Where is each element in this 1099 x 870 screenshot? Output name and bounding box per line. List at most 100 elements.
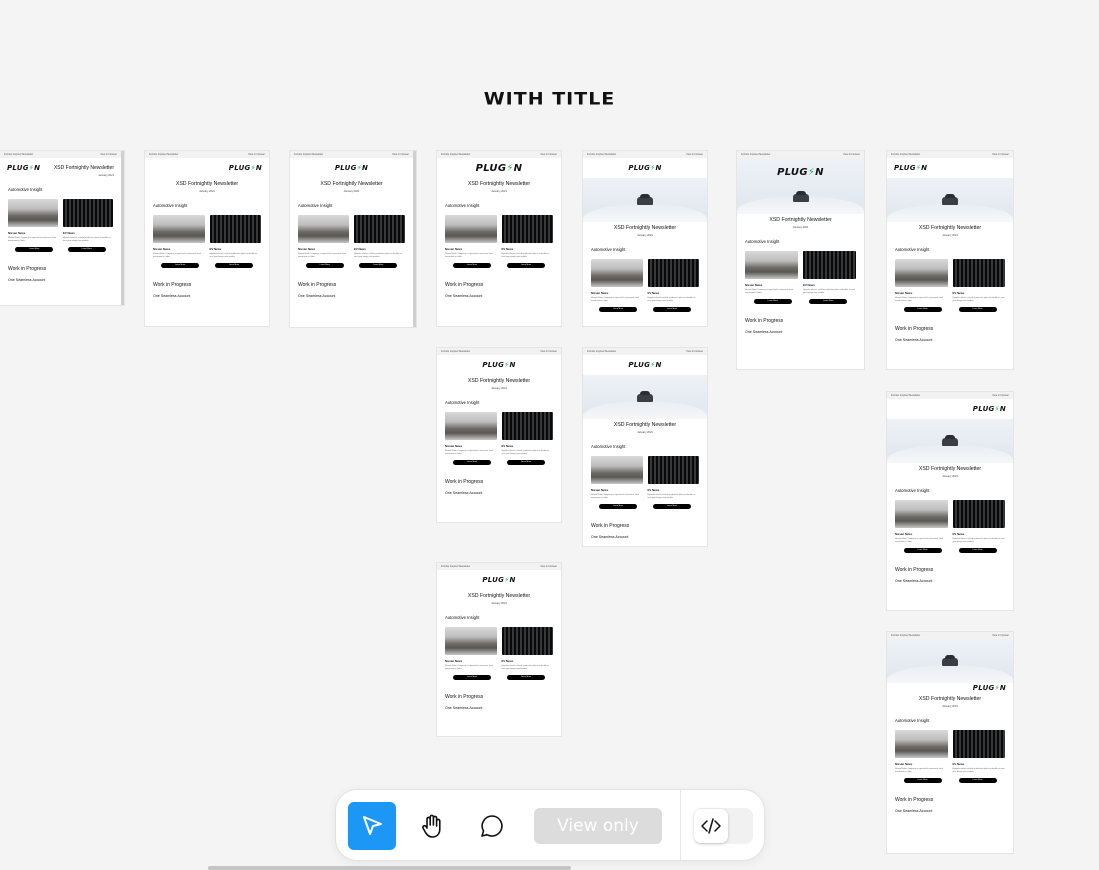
- learn-more-button[interactable]: Learn More: [507, 263, 545, 269]
- article-caption: Nissan News: [8, 231, 26, 235]
- plugin-logo: PLUG⚡N: [335, 164, 368, 172]
- article-text: Hyundai electric vehicle production plan…: [501, 450, 550, 455]
- view-in-browser-link[interactable]: View in browser: [686, 350, 703, 353]
- learn-more-button[interactable]: Learn More: [903, 548, 942, 554]
- hero-car: [637, 194, 653, 205]
- article-buttons: Learn More Learn More: [583, 504, 707, 510]
- learn-more-button[interactable]: Learn More: [161, 263, 199, 269]
- code-toggle[interactable]: [694, 808, 753, 844]
- newsletter-date: January 2021: [637, 234, 653, 237]
- newsletter-frame[interactable]: Fortnite Inspired Newsletter View in brow…: [887, 632, 1013, 853]
- logo-row: PLUG⚡N: [437, 158, 561, 178]
- article-text: Nissan Motor Company is expected to anno…: [745, 289, 794, 294]
- article-text: Hyundai electric vehicle production plan…: [209, 253, 258, 258]
- article-caption: EV News: [354, 247, 366, 251]
- preheader-left: Fortnite Inspired Newsletter: [4, 153, 34, 156]
- learn-more-button[interactable]: Learn More: [958, 778, 997, 784]
- ev-photo: [803, 251, 856, 279]
- newsletter-frame[interactable]: Fortnite Inspired Newsletter View in brow…: [437, 348, 561, 522]
- article-nissan: Nissan News Nissan Motor Company is expec…: [895, 259, 948, 302]
- view-in-browser-link[interactable]: View in browser: [540, 153, 557, 156]
- logo-row: PLUG⚡N: [145, 158, 269, 178]
- learn-more-button[interactable]: Learn More: [215, 263, 253, 269]
- view-in-browser-link[interactable]: View in browser: [100, 153, 117, 156]
- learn-more-button[interactable]: Learn More: [507, 675, 545, 681]
- article-columns: Nissan News Nissan Motor Company is expec…: [437, 412, 561, 455]
- comment-bubble-icon: [481, 815, 503, 837]
- learn-more-button[interactable]: Learn More: [453, 675, 491, 681]
- newsletter-frame[interactable]: Fortnite Inspired Newsletter View in brow…: [887, 151, 1013, 369]
- learn-more-button[interactable]: Learn More: [753, 299, 792, 305]
- preheader-left: Fortnite Inspired Newsletter: [587, 153, 617, 156]
- newsletter-title: XSD Fortnightly Newsletter: [613, 225, 677, 231]
- learn-more-button[interactable]: Learn More: [453, 263, 491, 269]
- view-in-browser-link[interactable]: View in browser: [843, 153, 860, 156]
- newsletter-frame[interactable]: Fortnite Inspired Newsletter View in brow…: [0, 151, 124, 305]
- learn-more-button[interactable]: Learn More: [809, 299, 848, 305]
- learn-more-button[interactable]: Learn More: [359, 263, 398, 269]
- learn-more-button[interactable]: Learn More: [903, 307, 942, 313]
- learn-more-button[interactable]: Learn More: [305, 263, 344, 269]
- article-buttons: Learn More Learn More: [437, 263, 561, 269]
- work-in-progress-heading: Work in Progress: [591, 523, 630, 530]
- learn-more-button[interactable]: Learn More: [653, 307, 691, 313]
- article-caption: EV News: [952, 291, 965, 295]
- article-columns: Nissan News Nissan Motor Company is expec…: [437, 627, 561, 670]
- preheader: Fortnite Inspired Newsletter View in brow…: [887, 632, 1013, 639]
- article-text: Nissan Motor Company is expected to anno…: [298, 253, 347, 258]
- plugin-logo: PLUG⚡N: [973, 405, 1006, 413]
- newsletter-frame[interactable]: Fortnite Inspired Newsletter View in brow…: [437, 563, 561, 736]
- preheader-left: Fortnite Inspired Newsletter: [891, 394, 921, 397]
- view-in-browser-link[interactable]: View in browser: [686, 153, 703, 156]
- learn-more-button[interactable]: Learn More: [507, 460, 545, 466]
- newsletter-frame[interactable]: Fortnite Inspired Newsletter View in brow…: [887, 392, 1013, 610]
- newsletter-frame[interactable]: Fortnite Inspired Newsletter View in brow…: [583, 348, 707, 546]
- learn-more-button[interactable]: Learn More: [958, 548, 997, 554]
- view-in-browser-link[interactable]: View in browser: [540, 350, 557, 353]
- hand-icon: [422, 814, 441, 838]
- article-ev: EV News Hyundai electric vehicle producti…: [647, 456, 699, 499]
- comment-tool-button[interactable]: [468, 802, 516, 850]
- learn-more-button[interactable]: Learn More: [15, 247, 54, 253]
- hand-tool-button[interactable]: [408, 802, 456, 850]
- account-heading: One Seamless Account: [153, 294, 191, 299]
- learn-more-button[interactable]: Learn More: [599, 504, 637, 510]
- learn-more-button[interactable]: Learn More: [67, 247, 106, 253]
- newsletter-title: XSD Fortnightly Newsletter: [613, 422, 677, 428]
- horizontal-scrollbar[interactable]: [208, 866, 571, 870]
- newsletter-frame[interactable]: Fortnite Inspired Newsletter View in brow…: [145, 151, 269, 326]
- view-in-browser-link[interactable]: View in browser: [540, 565, 557, 568]
- article-buttons: Learn More Learn More: [437, 675, 561, 681]
- learn-more-button[interactable]: Learn More: [653, 504, 691, 510]
- learn-more-button[interactable]: Learn More: [599, 307, 637, 313]
- view-in-browser-link[interactable]: View in browser: [992, 634, 1009, 637]
- article-nissan: Nissan News Nissan Motor Company is expec…: [445, 412, 497, 455]
- article-ev: EV News Hyundai electric vehicle producti…: [803, 251, 856, 294]
- view-in-browser-link[interactable]: View in browser: [248, 153, 265, 156]
- plugin-logo: PLUG⚡N: [628, 361, 661, 369]
- newsletter-frame[interactable]: Fortnite Inspired Newsletter View in brow…: [583, 151, 707, 326]
- code-toggle-knob[interactable]: [694, 809, 728, 843]
- logo-text-tail: N: [999, 684, 1006, 692]
- learn-more-button[interactable]: Learn More: [453, 460, 491, 466]
- view-in-browser-link[interactable]: View in browser: [992, 153, 1009, 156]
- newsletter-frame[interactable]: Fortnite Inspired Newsletter View in brow…: [437, 151, 561, 326]
- preheader: Fortnite Inspired Newsletter View in brow…: [737, 151, 864, 158]
- pointer-tool-button[interactable]: [348, 802, 396, 850]
- learn-more-button[interactable]: Learn More: [903, 778, 942, 784]
- learn-more-button[interactable]: Learn More: [958, 307, 997, 313]
- account-heading: One Seamless Account: [895, 338, 933, 343]
- newsletter-frame[interactable]: Fortnite Inspired Newsletter View in brow…: [737, 151, 864, 369]
- article-caption: EV News: [952, 532, 965, 536]
- article-nissan: Nissan News Nissan Motor Company is expec…: [745, 251, 798, 294]
- newsletter-frame[interactable]: Fortnite Inspired Newsletter View in brow…: [290, 151, 416, 327]
- article-caption: Nissan News: [445, 247, 463, 251]
- article-ev: EV News Hyundai electric vehicle producti…: [354, 215, 405, 258]
- article-text: Hyundai electric vehicle production plan…: [647, 494, 696, 499]
- logo-text: PLUG: [972, 684, 995, 692]
- view-in-browser-link[interactable]: View in browser: [392, 153, 409, 156]
- plugin-logo: PLUG⚡N: [229, 164, 262, 172]
- view-in-browser-link[interactable]: View in browser: [992, 394, 1009, 397]
- hero-hill: [887, 445, 1013, 463]
- article-buttons: Learn More Learn More: [145, 263, 269, 269]
